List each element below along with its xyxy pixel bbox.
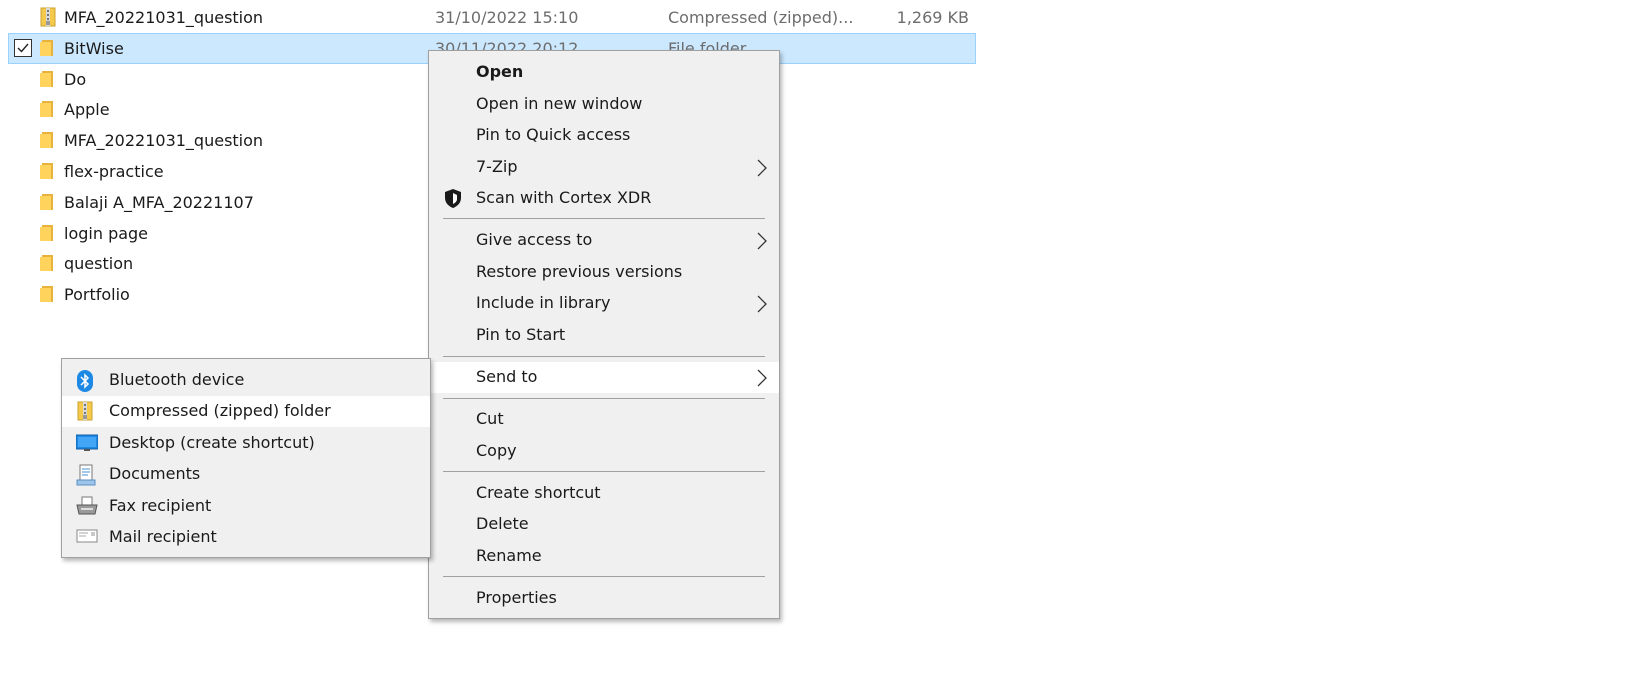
menu-item-label: 7-Zip [476, 157, 518, 176]
menu-separator [443, 218, 765, 219]
file-name: Apple [64, 100, 110, 120]
folder-icon [39, 284, 55, 308]
menu-item-label: Open in new window [476, 94, 643, 113]
file-type: Compressed (zipped)... [668, 8, 854, 27]
send-to-documents[interactable]: Documents [62, 459, 430, 490]
send-to-mail[interactable]: Mail recipient [62, 522, 430, 553]
file-size: 1,269 KB [896, 8, 969, 27]
menu-item-label: Give access to [476, 230, 593, 249]
menu-item-label: Pin to Start [476, 325, 566, 344]
menu-item-label: Create shortcut [476, 483, 601, 502]
menu-item-open-new-window[interactable]: Open in new window [429, 89, 779, 120]
file-name: Balaji A_MFA_20221107 [64, 192, 254, 212]
menu-item-cut[interactable]: Cut [429, 404, 779, 435]
file-row[interactable]: MFA_20221031_question 31/10/2022 15:10 C… [8, 2, 976, 33]
menu-item-label: Bluetooth device [109, 370, 245, 389]
desktop-icon [75, 433, 99, 457]
file-date: 31/10/2022 15:10 [435, 8, 579, 27]
cortex-shield-icon [443, 188, 463, 213]
folder-icon [39, 223, 55, 247]
zip-folder-icon [39, 7, 57, 31]
folder-icon [39, 69, 55, 93]
menu-item-include-library[interactable]: Include in library [429, 288, 779, 319]
file-name: MFA_20221031_question [64, 131, 264, 151]
folder-icon [39, 130, 55, 154]
folder-icon [39, 38, 55, 62]
file-name: flex-practice [64, 161, 164, 181]
menu-separator [443, 356, 765, 357]
menu-item-pin-start[interactable]: Pin to Start [429, 320, 779, 351]
mail-icon [76, 527, 98, 549]
menu-item-label: Restore previous versions [476, 262, 683, 281]
menu-item-label: Cut [476, 409, 504, 428]
menu-item-create-shortcut[interactable]: Create shortcut [429, 478, 779, 509]
menu-item-copy[interactable]: Copy [429, 436, 779, 467]
menu-item-label: Open [476, 62, 524, 81]
menu-item-restore-versions[interactable]: Restore previous versions [429, 257, 779, 288]
send-to-bluetooth[interactable]: Bluetooth device [62, 365, 430, 396]
send-to-desktop[interactable]: Desktop (create shortcut) [62, 428, 430, 459]
file-name: login page [64, 223, 149, 243]
send-to-fax[interactable]: Fax recipient [62, 491, 430, 522]
menu-item-open[interactable]: Open [429, 57, 779, 88]
menu-item-label: Copy [476, 441, 517, 460]
menu-separator [443, 576, 765, 577]
menu-item-label: Scan with Cortex XDR [476, 188, 652, 207]
menu-item-give-access[interactable]: Give access to [429, 225, 779, 256]
file-name: MFA_20221031_question [64, 8, 264, 27]
folder-icon [39, 192, 55, 216]
folder-icon [39, 99, 55, 123]
bluetooth-icon [76, 370, 94, 396]
menu-item-label: Send to [476, 367, 538, 386]
menu-item-send-to[interactable]: Send to [429, 362, 779, 393]
documents-icon [76, 464, 96, 490]
send-to-compressed-folder[interactable]: Compressed (zipped) folder [62, 396, 430, 427]
context-menu: Open Open in new window Pin to Quick acc… [428, 50, 780, 619]
folder-icon [39, 253, 55, 277]
file-name: BitWise [64, 38, 124, 58]
menu-item-scan-cortex[interactable]: Scan with Cortex XDR [429, 183, 779, 214]
menu-item-pin-quick-access[interactable]: Pin to Quick access [429, 120, 779, 151]
menu-item-label: Delete [476, 514, 529, 533]
menu-item-label: Fax recipient [109, 496, 212, 515]
menu-item-label: Compressed (zipped) folder [109, 401, 331, 420]
file-name: Portfolio [64, 285, 130, 305]
zip-folder-icon [76, 401, 94, 425]
menu-item-label: Mail recipient [109, 527, 217, 546]
menu-item-label: Documents [109, 464, 201, 483]
menu-separator [443, 398, 765, 399]
menu-item-7zip[interactable]: 7-Zip [429, 152, 779, 183]
menu-item-properties[interactable]: Properties [429, 583, 779, 614]
file-name: question [64, 254, 134, 274]
chevron-right-icon [757, 232, 767, 254]
menu-item-label: Rename [476, 546, 542, 565]
menu-separator [443, 471, 765, 472]
menu-item-rename[interactable]: Rename [429, 541, 779, 572]
row-checkbox[interactable] [14, 38, 32, 57]
file-name: Do [64, 69, 87, 89]
fax-icon [76, 496, 98, 520]
menu-item-label: Pin to Quick access [476, 125, 631, 144]
folder-icon [39, 161, 55, 185]
chevron-right-icon [757, 295, 767, 317]
menu-item-label: Include in library [476, 293, 611, 312]
send-to-submenu: Bluetooth device Compressed (zipped) fol… [61, 358, 431, 558]
menu-item-label: Desktop (create shortcut) [109, 433, 315, 452]
chevron-right-icon [757, 159, 767, 181]
menu-item-label: Properties [476, 588, 557, 607]
chevron-right-icon [757, 369, 767, 391]
menu-item-delete[interactable]: Delete [429, 509, 779, 540]
